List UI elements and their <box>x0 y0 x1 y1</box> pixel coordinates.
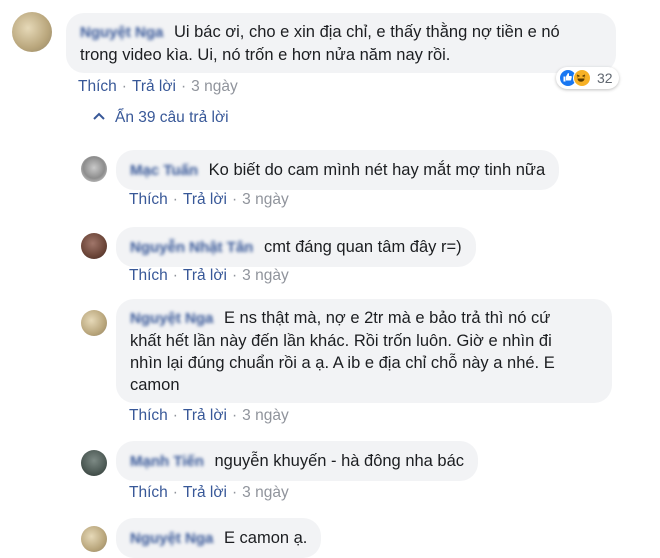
reply-text: E ns thật mà, nợ e 2tr mà e bảo trả thì … <box>223 309 551 327</box>
avatar[interactable] <box>81 450 107 476</box>
like-link[interactable]: Thích <box>129 484 168 501</box>
reply-bubble: Nguyệt Nga E camon ạ. <box>116 518 322 558</box>
reply-timestamp[interactable]: 3 ngày <box>242 484 289 501</box>
reply-actions: Thích · Trả lời · 3 ngày <box>129 191 289 208</box>
comment-timestamp[interactable]: 3 ngày <box>191 78 238 95</box>
reply-text: Ko biết do cam mình nét hay mắt mợ tinh … <box>208 161 546 179</box>
reply-text: khất hết lần này đến lần khác. Rồi trốn … <box>130 332 552 350</box>
like-link[interactable]: Thích <box>78 78 117 95</box>
comment-author[interactable]: Nguyệt Nga <box>80 24 163 41</box>
avatar[interactable] <box>81 156 107 182</box>
haha-icon <box>573 69 591 87</box>
reaction-count: 32 <box>597 70 613 86</box>
reply-link[interactable]: Trả lời <box>183 267 227 284</box>
reaction-summary[interactable]: 32 <box>556 67 619 89</box>
comment-text: trong video kìa. Ui, nó trốn e hơn nửa n… <box>80 46 451 64</box>
reply-author[interactable]: Nguyễn Nhật Tân <box>130 239 253 256</box>
hide-replies-label[interactable]: Ẩn 39 câu trả lời <box>115 109 229 126</box>
reply-bubble: Nguyễn Nhật Tân cmt đáng quan tâm đây r=… <box>116 227 476 267</box>
reply-bubble: Mạnh Tiến nguyễn khuyến - hà đông nha bá… <box>116 441 479 481</box>
reply-text: cmt đáng quan tâm đây r=) <box>263 238 462 256</box>
reply-author[interactable]: Mạc Tuấn <box>130 162 198 179</box>
avatar[interactable] <box>81 233 107 259</box>
like-link[interactable]: Thích <box>129 407 168 424</box>
reply-actions: Thích · Trả lời · 3 ngày <box>129 407 289 424</box>
reply-author[interactable]: Nguyệt Nga <box>130 530 213 547</box>
reply-actions: Thích · Trả lời · 3 ngày <box>129 267 289 284</box>
chevron-up-icon <box>93 109 105 123</box>
like-link[interactable]: Thích <box>129 191 168 208</box>
hide-replies-link[interactable]: Ẩn 39 câu trả lời <box>93 109 229 127</box>
reply-link[interactable]: Trả lời <box>183 191 227 208</box>
reply-bubble: Mạc Tuấn Ko biết do cam mình nét hay mắt… <box>116 150 560 190</box>
reply-timestamp[interactable]: 3 ngày <box>242 407 289 424</box>
reply-bubble: Nguyệt Nga E ns thật mà, nợ e 2tr mà e b… <box>116 299 612 403</box>
avatar[interactable] <box>12 12 52 52</box>
reply-timestamp[interactable]: 3 ngày <box>242 267 289 284</box>
reply-text: camon <box>130 376 180 394</box>
reply-actions: Thích · Trả lời · 3 ngày <box>129 484 289 501</box>
reply-author[interactable]: Nguyệt Nga <box>130 310 213 327</box>
avatar[interactable] <box>81 310 107 336</box>
reply-text: E camon ạ. <box>223 529 308 547</box>
reply-timestamp[interactable]: 3 ngày <box>242 191 289 208</box>
reply-link[interactable]: Trả lời <box>132 78 176 95</box>
like-link[interactable]: Thích <box>129 267 168 284</box>
reply-link[interactable]: Trả lời <box>183 484 227 501</box>
comment-text: Ui bác ơi, cho e xin địa chỉ, e thấy thằ… <box>173 23 560 41</box>
comment-actions: Thích · Trả lời · 3 ngày <box>78 78 238 95</box>
reply-text: nguyễn khuyến - hà đông nha bác <box>214 452 465 470</box>
avatar[interactable] <box>81 526 107 552</box>
comment-bubble: Nguyệt Nga Ui bác ơi, cho e xin địa chỉ,… <box>66 13 616 73</box>
reply-text: nhìn lại đúng chuẩn rồi a ạ. A ib e địa … <box>130 354 555 372</box>
reply-link[interactable]: Trả lời <box>183 407 227 424</box>
reply-author[interactable]: Mạnh Tiến <box>130 453 204 470</box>
